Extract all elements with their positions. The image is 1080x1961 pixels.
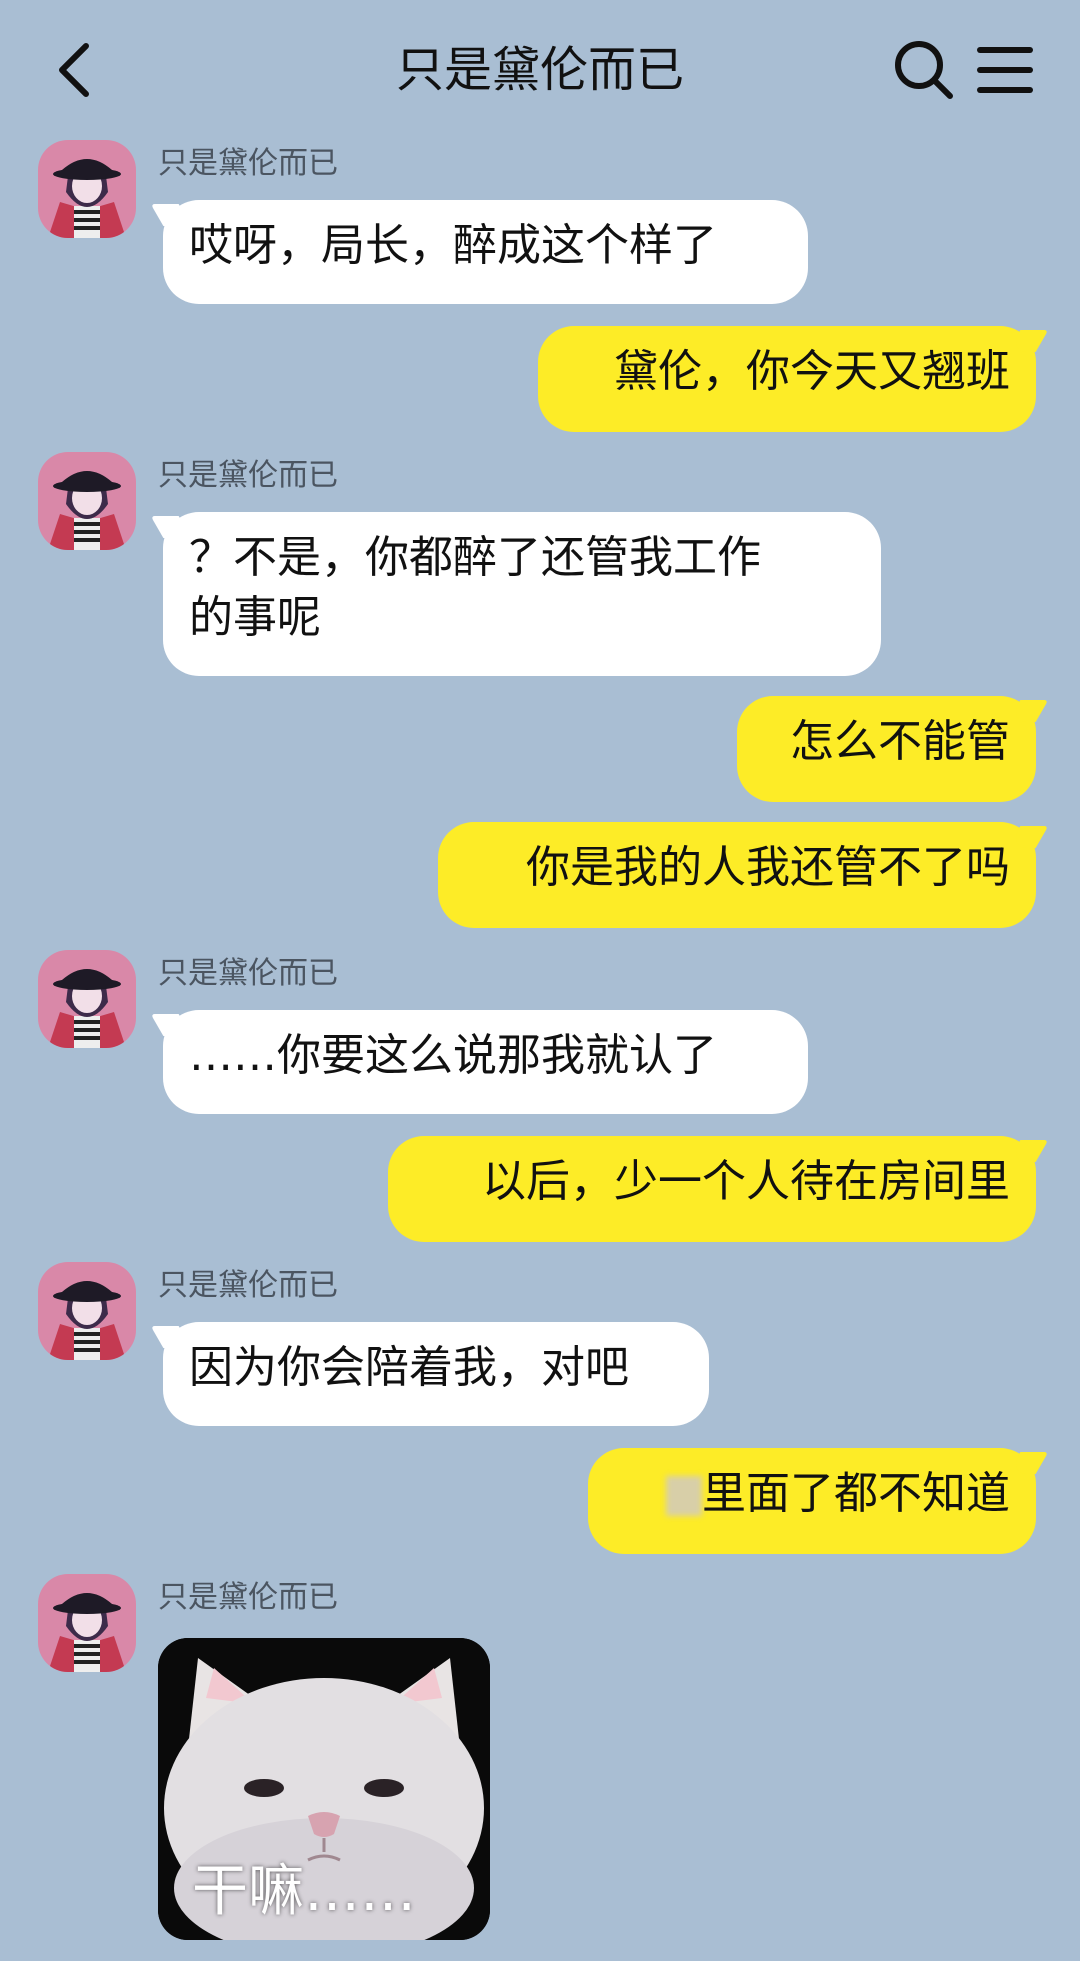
- contact-avatar[interactable]: [38, 452, 136, 550]
- chevron-left-icon: [59, 43, 89, 97]
- avatar-image: [38, 950, 136, 1048]
- avatar-image: [38, 1574, 136, 1672]
- avatar-image: [38, 1262, 136, 1360]
- message-text: 以后，少一个人待在房间里: [482, 1156, 1010, 1207]
- message-text: 因为你会陪着我，对吧: [189, 1342, 629, 1393]
- message-text: 黛伦，你今天又翘班: [614, 346, 1010, 397]
- message-text: 里面了都不知道: [702, 1468, 1010, 1519]
- contact-avatar[interactable]: [38, 950, 136, 1048]
- chat-title: 只是黛伦而已: [395, 42, 684, 98]
- message-text: 哎呀，局长，醉成这个样了: [189, 220, 717, 271]
- search-button[interactable]: [888, 34, 960, 106]
- cat-sticker[interactable]: 干嘛……: [158, 1638, 490, 1940]
- contact-avatar[interactable]: [38, 1574, 136, 1672]
- message-text: 你是我的人我还管不了吗: [526, 842, 1010, 893]
- sticker-caption: 干嘛……: [192, 1859, 416, 1924]
- contact-avatar[interactable]: [38, 1262, 136, 1360]
- top-bar: 只是黛伦而已: [0, 0, 1080, 140]
- outgoing-message-bubble[interactable]: 怎么不能管: [737, 696, 1036, 802]
- avatar-image: [38, 140, 136, 238]
- outgoing-message-bubble[interactable]: 以后，少一个人待在房间里: [388, 1136, 1036, 1242]
- sender-name: 只是黛伦而已: [158, 956, 338, 991]
- search-icon: [895, 41, 953, 99]
- sender-name: 只是黛伦而已: [158, 458, 338, 493]
- contact-avatar[interactable]: [38, 140, 136, 238]
- sender-name: 只是黛伦而已: [158, 1580, 338, 1615]
- sender-name: 只是黛伦而已: [158, 1268, 338, 1303]
- hamburger-menu-icon: [977, 47, 1033, 93]
- message-text: 怎么不能管: [790, 716, 1010, 767]
- avatar-image: [38, 452, 136, 550]
- incoming-message-bubble[interactable]: 哎呀，局长，醉成这个样了: [163, 200, 808, 304]
- incoming-message-bubble[interactable]: ？不是，你都醉了还管我工作 的事呢: [163, 512, 881, 676]
- message-text: ？不是，你都醉了还管我工作 的事呢: [189, 532, 761, 643]
- menu-button[interactable]: [968, 34, 1040, 106]
- message-text: ……你要这么说那我就认了: [189, 1030, 717, 1081]
- incoming-message-bubble[interactable]: ……你要这么说那我就认了: [163, 1010, 808, 1114]
- back-button[interactable]: [40, 30, 120, 110]
- outgoing-message-bubble[interactable]: 黛伦，你今天又翘班: [538, 326, 1036, 432]
- sender-name: 只是黛伦而已: [158, 146, 338, 181]
- outgoing-message-bubble[interactable]: 里面了都不知道: [588, 1448, 1036, 1554]
- incoming-message-bubble[interactable]: 因为你会陪着我，对吧: [163, 1322, 709, 1426]
- censored-character: [666, 1476, 702, 1516]
- outgoing-message-bubble[interactable]: 你是我的人我还管不了吗: [438, 822, 1036, 928]
